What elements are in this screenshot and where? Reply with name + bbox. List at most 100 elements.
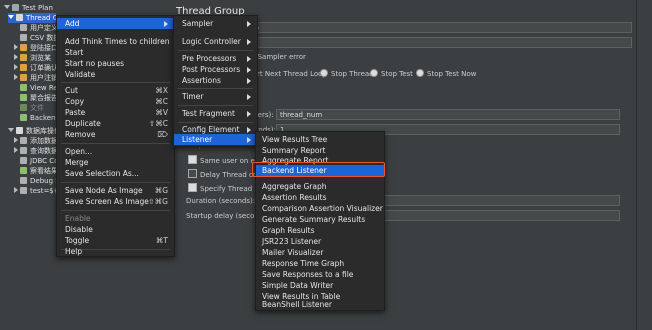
menu-item-timer[interactable]: Timer	[174, 91, 257, 102]
chevron-right-icon	[247, 39, 251, 45]
radio-stop-thread[interactable]: Stop Thread	[320, 69, 374, 78]
chevron-right-icon	[247, 137, 251, 143]
menu-item-save-selection[interactable]: Save Selection As...	[57, 168, 174, 179]
duration-label: Duration (seconds):	[186, 197, 256, 205]
menu-separator	[178, 122, 253, 123]
pencil-icon	[20, 187, 27, 194]
menu-item-save-screen-image[interactable]: Save Screen As Image ⇧⌘G	[57, 196, 174, 207]
test-plan-icon	[12, 4, 19, 11]
tree-item-query-data[interactable]: 查询数据	[14, 146, 58, 156]
menu-item-post-processors[interactable]: Post Processors	[174, 64, 257, 75]
menu-item-toggle[interactable]: Toggle ⌘T	[57, 235, 174, 246]
chevron-right-icon	[247, 78, 251, 84]
menu-item-mailer-visualizer[interactable]: Mailer Visualizer	[256, 247, 384, 258]
menu-item-beanshell-listener[interactable]: BeanShell Listener	[256, 300, 384, 309]
menu-separator	[178, 88, 253, 89]
gear-icon	[16, 127, 23, 134]
menu-item-logic-controller[interactable]: Logic Controller	[174, 36, 257, 47]
pencil-icon	[20, 54, 27, 61]
menu-item-duplicate[interactable]: Duplicate ⇧⌘C	[57, 118, 174, 129]
startup-delay-label: Startup delay (secon	[186, 212, 259, 220]
tree-item-test-var[interactable]: test=${r	[14, 186, 61, 196]
radio-stop-test-now[interactable]: Stop Test Now	[416, 69, 476, 78]
pencil-icon	[20, 74, 27, 81]
menu-item-disable[interactable]: Disable	[57, 224, 174, 235]
specify-lifetime-checkbox[interactable]: Specify Thread lif	[188, 183, 261, 193]
radio-next-loop[interactable]: rt Next Thread Loop	[246, 69, 327, 78]
menu-separator	[61, 143, 170, 144]
tree-item-login[interactable]: 登陆接口	[14, 43, 58, 53]
menu-item-start[interactable]: Start	[57, 47, 174, 58]
menu-item-aggregate-graph[interactable]: Aggregate Graph	[256, 181, 384, 192]
tree-item-file[interactable]: 文件	[20, 103, 44, 113]
menu-item-assertions[interactable]: Assertions	[174, 75, 257, 86]
tree-item-browse[interactable]: 浏览某	[14, 53, 51, 63]
chevron-right-icon	[247, 56, 251, 62]
menu-item-enable: Enable	[65, 214, 91, 223]
bug-icon	[20, 177, 27, 184]
menu-separator	[61, 82, 170, 83]
config-icon	[20, 24, 27, 31]
tree-item-backend[interactable]: Backend	[20, 113, 60, 123]
menu-item-add-think-times[interactable]: Add Think Times to children	[57, 36, 174, 47]
tree-item-test-plan[interactable]: Test Plan	[4, 3, 53, 13]
thread-count-field[interactable]: thread_num	[276, 109, 620, 120]
tree-item-order[interactable]: 订单确认	[14, 63, 58, 73]
menu-item-merge[interactable]: Merge	[57, 157, 174, 168]
menu-item-pre-processors[interactable]: Pre Processors	[174, 53, 257, 64]
name-field[interactable]: up	[246, 22, 632, 33]
menu-item-generate-summary[interactable]: Generate Summary Results	[256, 214, 384, 225]
menu-item-validate[interactable]: Validate	[57, 69, 174, 80]
duration-field[interactable]	[352, 195, 620, 206]
menu-item-assertion-results[interactable]: Assertion Results	[256, 192, 384, 203]
tree-item-aggregate[interactable]: 聚合报告	[20, 93, 58, 103]
config-icon	[20, 157, 27, 164]
checkbox-icon	[188, 169, 197, 178]
menu-item-open[interactable]: Open...	[57, 146, 174, 157]
menu-item-save-node-image[interactable]: Save Node As Image ⌘G	[57, 185, 174, 196]
menu-item-help[interactable]: Help	[57, 248, 174, 256]
checkbox-checked-icon	[188, 183, 197, 192]
chart-icon	[20, 104, 27, 111]
scrollbar[interactable]	[636, 0, 652, 330]
chevron-right-icon	[164, 21, 168, 27]
config-icon	[20, 34, 27, 41]
menu-item-start-no-pauses[interactable]: Start no pauses	[57, 58, 174, 69]
menu-item-sampler[interactable]: Sampler	[174, 18, 257, 29]
tree-item-thread-group[interactable]: Thread Gr	[8, 13, 61, 23]
menu-item-comparison-assertion[interactable]: Comparison Assertion Visualizer	[256, 203, 384, 214]
menu-item-add[interactable]: Add	[57, 18, 174, 29]
startup-delay-field[interactable]	[352, 210, 620, 221]
menu-item-graph-results[interactable]: Graph Results	[256, 225, 384, 236]
add-submenu: Sampler Logic Controller Pre Processors …	[173, 15, 258, 147]
tree-item-logout[interactable]: 用户注销	[14, 73, 58, 83]
delay-thread-checkbox[interactable]: Delay Thread cre	[188, 169, 260, 179]
tree-item-view-results-cn[interactable]: 察看结果	[20, 166, 58, 176]
tree-item-db-group[interactable]: 数据库操作	[8, 126, 61, 136]
menu-item-view-results-tree[interactable]: View Results Tree	[256, 134, 384, 145]
menu-item-copy[interactable]: Copy ⌘C	[57, 96, 174, 107]
chevron-right-icon	[247, 21, 251, 27]
highlight-callout-box	[252, 162, 385, 177]
radio-stop-test[interactable]: Stop Test	[370, 69, 413, 78]
menu-item-cut[interactable]: Cut ⌘X	[57, 85, 174, 96]
menu-item-test-fragment[interactable]: Test Fragment	[174, 108, 257, 119]
chevron-right-icon	[247, 67, 251, 73]
menu-item-simple-data-writer[interactable]: Simple Data Writer	[256, 280, 384, 291]
menu-item-listener[interactable]: Listener	[174, 134, 257, 145]
tree-item-csv[interactable]: CSV 数据	[20, 33, 60, 43]
pencil-icon	[20, 44, 27, 51]
menu-item-response-time-graph[interactable]: Response Time Graph	[256, 258, 384, 269]
gear-icon	[16, 14, 23, 21]
menu-item-paste[interactable]: Paste ⌘V	[57, 107, 174, 118]
chart-icon	[20, 94, 27, 101]
chevron-right-icon	[247, 94, 251, 100]
pencil-icon	[20, 147, 27, 154]
chart-icon	[20, 167, 27, 174]
menu-item-remove[interactable]: Remove ⌦	[57, 129, 174, 140]
menu-item-jsr223-listener[interactable]: JSR223 Listener	[256, 236, 384, 247]
menu-item-save-responses[interactable]: Save Responses to a file	[256, 269, 384, 280]
tree-item-add-data[interactable]: 添加数据	[14, 136, 58, 146]
chevron-right-icon	[247, 111, 251, 117]
comments-field[interactable]	[246, 37, 632, 48]
